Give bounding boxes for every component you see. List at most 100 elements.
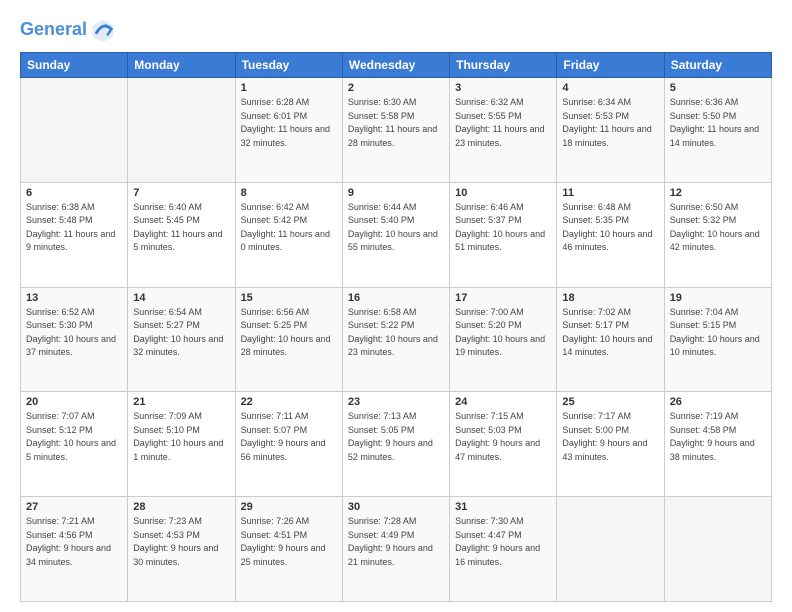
day-number: 26 xyxy=(670,396,766,408)
day-number: 3 xyxy=(455,82,551,94)
header-day-wednesday: Wednesday xyxy=(342,53,449,78)
day-info: Sunrise: 7:28 AMSunset: 4:49 PMDaylight:… xyxy=(348,515,444,569)
day-info: Sunrise: 6:36 AMSunset: 5:50 PMDaylight:… xyxy=(670,96,766,150)
day-number: 8 xyxy=(241,187,337,199)
day-number: 18 xyxy=(562,292,658,304)
header-day-saturday: Saturday xyxy=(664,53,771,78)
day-info: Sunrise: 7:13 AMSunset: 5:05 PMDaylight:… xyxy=(348,410,444,464)
day-number: 12 xyxy=(670,187,766,199)
day-cell: 2 Sunrise: 6:30 AMSunset: 5:58 PMDaylight… xyxy=(342,78,449,183)
day-number: 16 xyxy=(348,292,444,304)
day-cell: 8 Sunrise: 6:42 AMSunset: 5:42 PMDaylight… xyxy=(235,182,342,287)
day-cell xyxy=(664,497,771,602)
day-cell: 30 Sunrise: 7:28 AMSunset: 4:49 PMDayligh… xyxy=(342,497,449,602)
day-cell: 7Sunrise: 6:40 AMSunset: 5:45 PMDaylight… xyxy=(128,182,235,287)
day-cell: 11 Sunrise: 6:48 AMSunset: 5:35 PMDayligh… xyxy=(557,182,664,287)
day-number: 31 xyxy=(455,501,551,513)
day-info: Sunrise: 7:23 AMSunset: 4:53 PMDaylight:… xyxy=(133,515,229,569)
day-cell: 26 Sunrise: 7:19 AMSunset: 4:58 PMDayligh… xyxy=(664,392,771,497)
day-number: 21 xyxy=(133,396,229,408)
day-cell: 13 Sunrise: 6:52 AMSunset: 5:30 PMDayligh… xyxy=(21,287,128,392)
day-cell xyxy=(21,78,128,183)
day-info: Sunrise: 7:02 AMSunset: 5:17 PMDaylight:… xyxy=(562,306,658,360)
week-row-3: 13 Sunrise: 6:52 AMSunset: 5:30 PMDayligh… xyxy=(21,287,772,392)
day-info: Sunrise: 7:19 AMSunset: 4:58 PMDaylight:… xyxy=(670,410,766,464)
day-cell: 6 Sunrise: 6:38 AMSunset: 5:48 PMDaylight… xyxy=(21,182,128,287)
day-info: Sunrise: 6:38 AMSunset: 5:48 PMDaylight:… xyxy=(26,201,122,255)
day-cell: 10Sunrise: 6:46 AMSunset: 5:37 PMDayligh… xyxy=(450,182,557,287)
day-cell: 22 Sunrise: 7:11 AMSunset: 5:07 PMDayligh… xyxy=(235,392,342,497)
day-number: 11 xyxy=(562,187,658,199)
day-number: 23 xyxy=(348,396,444,408)
day-cell: 1 Sunrise: 6:28 AMSunset: 6:01 PMDaylight… xyxy=(235,78,342,183)
day-number: 5 xyxy=(670,82,766,94)
day-cell: 18 Sunrise: 7:02 AMSunset: 5:17 PMDayligh… xyxy=(557,287,664,392)
day-number: 24 xyxy=(455,396,551,408)
day-cell: 29 Sunrise: 7:26 AMSunset: 4:51 PMDayligh… xyxy=(235,497,342,602)
header-day-tuesday: Tuesday xyxy=(235,53,342,78)
day-info: Sunrise: 6:48 AMSunset: 5:35 PMDaylight:… xyxy=(562,201,658,255)
day-info: Sunrise: 6:52 AMSunset: 5:30 PMDaylight:… xyxy=(26,306,122,360)
day-cell: 15 Sunrise: 6:56 AMSunset: 5:25 PMDayligh… xyxy=(235,287,342,392)
day-cell xyxy=(557,497,664,602)
week-row-5: 27Sunrise: 7:21 AMSunset: 4:56 PMDayligh… xyxy=(21,497,772,602)
day-number: 2 xyxy=(348,82,444,94)
day-info: Sunrise: 7:15 AMSunset: 5:03 PMDaylight:… xyxy=(455,410,551,464)
day-number: 25 xyxy=(562,396,658,408)
day-info: Sunrise: 6:50 AMSunset: 5:32 PMDaylight:… xyxy=(670,201,766,255)
day-cell xyxy=(128,78,235,183)
day-number: 17 xyxy=(455,292,551,304)
day-info: Sunrise: 6:54 AMSunset: 5:27 PMDaylight:… xyxy=(133,306,229,360)
day-info: Sunrise: 7:17 AMSunset: 5:00 PMDaylight:… xyxy=(562,410,658,464)
day-number: 28 xyxy=(133,501,229,513)
header-day-monday: Monday xyxy=(128,53,235,78)
week-row-1: 1 Sunrise: 6:28 AMSunset: 6:01 PMDaylight… xyxy=(21,78,772,183)
day-cell: 14Sunrise: 6:54 AMSunset: 5:27 PMDayligh… xyxy=(128,287,235,392)
day-number: 13 xyxy=(26,292,122,304)
header-day-friday: Friday xyxy=(557,53,664,78)
day-cell: 19Sunrise: 7:04 AMSunset: 5:15 PMDayligh… xyxy=(664,287,771,392)
page: General SundayMondayTuesdayWednesdayThur… xyxy=(0,0,792,612)
day-number: 22 xyxy=(241,396,337,408)
logo-text: General xyxy=(20,20,87,40)
header-day-sunday: Sunday xyxy=(21,53,128,78)
day-number: 20 xyxy=(26,396,122,408)
day-info: Sunrise: 6:34 AMSunset: 5:53 PMDaylight:… xyxy=(562,96,658,150)
day-info: Sunrise: 7:21 AMSunset: 4:56 PMDaylight:… xyxy=(26,515,122,569)
day-number: 19 xyxy=(670,292,766,304)
day-cell: 4Sunrise: 6:34 AMSunset: 5:53 PMDaylight… xyxy=(557,78,664,183)
header: General xyxy=(20,16,772,42)
day-info: Sunrise: 7:30 AMSunset: 4:47 PMDaylight:… xyxy=(455,515,551,569)
day-info: Sunrise: 7:09 AMSunset: 5:10 PMDaylight:… xyxy=(133,410,229,464)
day-number: 29 xyxy=(241,501,337,513)
day-cell: 28 Sunrise: 7:23 AMSunset: 4:53 PMDayligh… xyxy=(128,497,235,602)
day-info: Sunrise: 6:56 AMSunset: 5:25 PMDaylight:… xyxy=(241,306,337,360)
day-number: 1 xyxy=(241,82,337,94)
day-info: Sunrise: 6:42 AMSunset: 5:42 PMDaylight:… xyxy=(241,201,337,255)
day-number: 9 xyxy=(348,187,444,199)
day-info: Sunrise: 6:30 AMSunset: 5:58 PMDaylight:… xyxy=(348,96,444,150)
day-number: 6 xyxy=(26,187,122,199)
day-number: 7 xyxy=(133,187,229,199)
day-info: Sunrise: 7:11 AMSunset: 5:07 PMDaylight:… xyxy=(241,410,337,464)
header-day-thursday: Thursday xyxy=(450,53,557,78)
day-cell: 9 Sunrise: 6:44 AMSunset: 5:40 PMDaylight… xyxy=(342,182,449,287)
day-cell: 21 Sunrise: 7:09 AMSunset: 5:10 PMDayligh… xyxy=(128,392,235,497)
day-info: Sunrise: 7:26 AMSunset: 4:51 PMDaylight:… xyxy=(241,515,337,569)
day-info: Sunrise: 6:28 AMSunset: 6:01 PMDaylight:… xyxy=(241,96,337,150)
day-cell: 31 Sunrise: 7:30 AMSunset: 4:47 PMDayligh… xyxy=(450,497,557,602)
header-row: SundayMondayTuesdayWednesdayThursdayFrid… xyxy=(21,53,772,78)
week-row-4: 20Sunrise: 7:07 AMSunset: 5:12 PMDayligh… xyxy=(21,392,772,497)
day-number: 30 xyxy=(348,501,444,513)
day-info: Sunrise: 6:44 AMSunset: 5:40 PMDaylight:… xyxy=(348,201,444,255)
day-number: 15 xyxy=(241,292,337,304)
day-cell: 5 Sunrise: 6:36 AMSunset: 5:50 PMDaylight… xyxy=(664,78,771,183)
day-info: Sunrise: 7:00 AMSunset: 5:20 PMDaylight:… xyxy=(455,306,551,360)
day-cell: 27Sunrise: 7:21 AMSunset: 4:56 PMDayligh… xyxy=(21,497,128,602)
day-info: Sunrise: 6:32 AMSunset: 5:55 PMDaylight:… xyxy=(455,96,551,150)
day-cell: 23 Sunrise: 7:13 AMSunset: 5:05 PMDayligh… xyxy=(342,392,449,497)
logo-icon xyxy=(89,16,117,44)
day-number: 10 xyxy=(455,187,551,199)
day-cell: 3 Sunrise: 6:32 AMSunset: 5:55 PMDaylight… xyxy=(450,78,557,183)
calendar-table: SundayMondayTuesdayWednesdayThursdayFrid… xyxy=(20,52,772,602)
